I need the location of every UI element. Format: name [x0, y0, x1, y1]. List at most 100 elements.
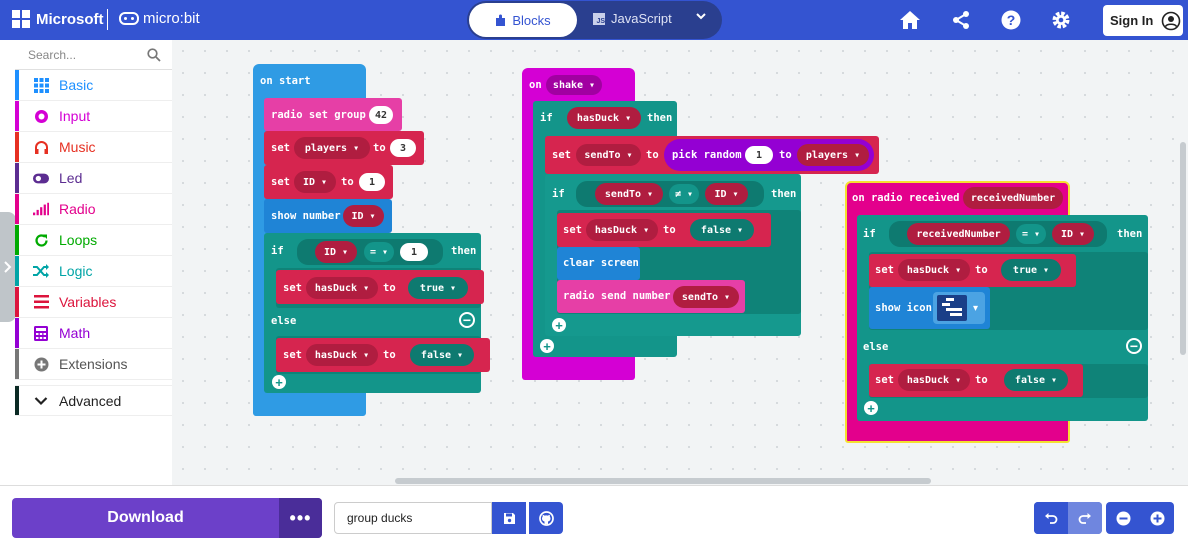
flyout-handle[interactable] — [0, 212, 16, 322]
operator-dropdown[interactable]: ≠ ▾ — [669, 184, 699, 204]
category-radio[interactable]: Radio — [15, 194, 172, 225]
variable-name: sendTo — [584, 149, 621, 161]
category-extensions[interactable]: Extensions — [15, 349, 172, 380]
save-button[interactable] — [492, 502, 526, 534]
category-math[interactable]: Math — [15, 318, 172, 349]
if-label: if — [271, 245, 284, 257]
variable-dropdown[interactable]: players ▾ — [294, 137, 370, 159]
remove-else-icon[interactable]: − — [459, 312, 475, 328]
category-color-bar — [15, 194, 19, 224]
category-advanced[interactable]: Advanced — [15, 385, 172, 416]
received-number-reporter[interactable]: receivedNumber — [907, 223, 1010, 245]
variable-dropdown[interactable]: hasDuck ▾ — [586, 219, 658, 241]
boolean-value: true — [1012, 264, 1038, 276]
to-label: to — [975, 374, 988, 386]
variable-dropdown[interactable]: sendTo ▾ — [673, 286, 739, 308]
zoom-out-button[interactable] — [1106, 502, 1140, 534]
zoom-out-icon — [1116, 511, 1130, 525]
project-name-input[interactable]: group ducks — [334, 502, 492, 534]
microsoft-brand[interactable]: Microsoft — [12, 10, 104, 28]
remove-else-icon[interactable]: − — [1126, 338, 1142, 354]
random-min-input[interactable]: 1 — [745, 146, 773, 164]
home-icon[interactable] — [899, 9, 921, 31]
boolean-dropdown[interactable]: false ▾ — [1004, 369, 1068, 391]
on-start-label: on start — [260, 75, 311, 87]
tab-blocks-label: Blocks — [512, 12, 551, 28]
to-label: to — [341, 176, 354, 188]
variable-dropdown[interactable]: players ▾ — [797, 144, 869, 166]
add-branch-icon[interactable]: + — [272, 375, 286, 389]
variable-dropdown[interactable]: ID ▾ — [705, 183, 748, 205]
github-button[interactable] — [529, 502, 563, 534]
workspace-horizontal-scrollbar[interactable] — [395, 478, 931, 484]
category-color-bar — [15, 256, 19, 286]
variable-dropdown[interactable]: hasDuck ▾ — [306, 344, 378, 366]
category-color-bar — [15, 101, 19, 131]
category-loops[interactable]: Loops — [15, 225, 172, 256]
workspace-vertical-scrollbar[interactable] — [1180, 142, 1186, 355]
group-number-input[interactable]: 42 — [369, 106, 393, 124]
variable-dropdown[interactable]: ID ▾ — [315, 241, 357, 263]
settings-icon[interactable] — [1050, 9, 1072, 31]
github-icon — [538, 510, 554, 526]
help-icon[interactable]: ? — [1000, 9, 1022, 31]
share-icon[interactable] — [950, 9, 972, 31]
variable-dropdown[interactable]: hasDuck ▾ — [898, 259, 970, 281]
operator-dropdown[interactable]: = ▾ — [364, 242, 394, 262]
operator-dropdown[interactable]: = ▾ — [1016, 224, 1046, 244]
variable-dropdown[interactable]: ID ▾ — [1052, 223, 1094, 245]
variable-dropdown[interactable]: hasDuck ▾ — [898, 369, 970, 391]
add-branch-icon[interactable]: + — [864, 401, 878, 415]
boolean-dropdown[interactable]: true ▾ — [408, 277, 468, 299]
save-icon — [503, 512, 515, 524]
category-input[interactable]: Input — [15, 101, 172, 132]
undo-button[interactable] — [1034, 502, 1068, 534]
variable-name: hasDuck — [576, 112, 620, 124]
compare-value-input[interactable]: 1 — [400, 243, 428, 261]
redo-button[interactable] — [1068, 502, 1102, 534]
category-music[interactable]: Music — [15, 132, 172, 163]
to-label: to — [383, 349, 396, 361]
then-label: then — [451, 245, 477, 257]
variable-dropdown[interactable]: ID ▾ — [343, 205, 384, 227]
on-label: on — [529, 79, 542, 91]
icon-picker-dropdown[interactable]: ▾ — [933, 292, 985, 324]
variable-dropdown[interactable]: hasDuck ▾ — [306, 277, 378, 299]
boolean-dropdown[interactable]: false ▾ — [690, 219, 754, 241]
variable-dropdown[interactable]: ID ▾ — [294, 171, 336, 193]
variable-dropdown[interactable]: sendTo ▾ — [576, 144, 641, 166]
more-options-button[interactable]: ••• — [279, 498, 322, 538]
download-button[interactable]: Download — [12, 498, 279, 538]
search-icon[interactable] — [147, 48, 161, 62]
category-basic[interactable]: Basic — [15, 70, 172, 101]
search-input[interactable]: Search... — [28, 48, 76, 62]
category-led[interactable]: Led — [15, 163, 172, 194]
variable-name: hasDuck — [906, 374, 950, 386]
else-label: else — [863, 341, 889, 353]
tab-blocks[interactable]: Blocks — [469, 3, 577, 37]
variable-name: ID — [302, 176, 315, 188]
microbit-brand[interactable]: micro:bit — [119, 10, 200, 27]
variable-dropdown[interactable]: sendTo ▾ — [595, 183, 663, 205]
category-color-bar — [15, 386, 19, 415]
category-label: Logic — [59, 263, 93, 279]
players-value-input[interactable]: 3 — [390, 139, 416, 157]
gesture-dropdown[interactable]: shake ▾ — [546, 75, 602, 95]
zoom-in-button[interactable] — [1140, 502, 1174, 534]
boolean-dropdown[interactable]: false ▾ — [410, 344, 474, 366]
add-branch-icon[interactable]: + — [552, 318, 566, 332]
tab-javascript[interactable]: JS JavaScript — [593, 11, 672, 26]
boolean-dropdown[interactable]: true ▾ — [1001, 259, 1061, 281]
toolbox-search[interactable]: Search... — [15, 40, 172, 70]
zoom-in-icon — [1150, 511, 1164, 525]
add-branch-icon[interactable]: + — [540, 339, 554, 353]
id-value-input[interactable]: 1 — [359, 173, 385, 191]
sign-in-button[interactable]: Sign In — [1103, 5, 1183, 36]
chevron-down-icon[interactable] — [695, 10, 707, 25]
variable-dropdown[interactable]: hasDuck ▾ — [567, 107, 641, 129]
category-variables[interactable]: Variables — [15, 287, 172, 318]
category-logic[interactable]: Logic — [15, 256, 172, 287]
received-number-parameter[interactable]: receivedNumber — [963, 187, 1063, 209]
if-label: if — [540, 112, 553, 124]
puzzle-icon — [496, 14, 506, 26]
